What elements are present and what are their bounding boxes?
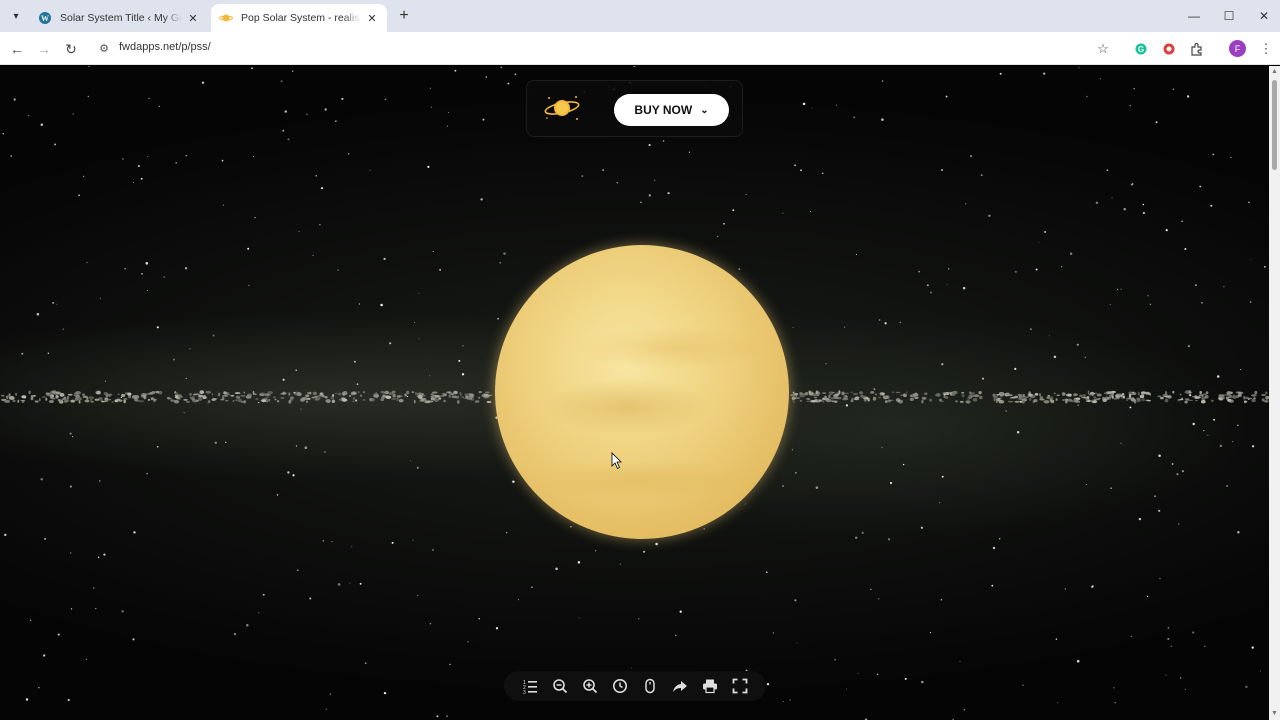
tab-pop-solar-system[interactable]: Pop Solar System - realistic sola ✕ <box>211 4 387 32</box>
new-tab-icon[interactable]: + <box>394 6 414 26</box>
planet-logo-icon <box>219 14 233 22</box>
clock-icon[interactable] <box>610 676 630 696</box>
window-close-icon[interactable]: ✕ <box>1246 0 1280 32</box>
share-icon[interactable] <box>670 676 690 696</box>
solar-system-viewport[interactable]: BUY NOW ⌄ 123 <box>0 66 1269 720</box>
tab-wordpress[interactable]: W Solar System Title ‹ My Great Bl ✕ <box>30 4 208 32</box>
pop-solar-system-logo-icon[interactable] <box>543 93 581 123</box>
profile-avatar[interactable]: F <box>1229 40 1246 57</box>
maximize-icon[interactable]: ☐ <box>1211 0 1247 32</box>
close-tab-icon[interactable]: ✕ <box>365 11 379 25</box>
grammarly-extension-icon[interactable]: G <box>1131 39 1151 59</box>
svg-text:3: 3 <box>523 690 526 694</box>
zoom-in-icon[interactable] <box>580 676 600 696</box>
forward-icon[interactable]: → <box>33 38 55 60</box>
print-icon[interactable] <box>700 676 720 696</box>
bookmark-star-icon[interactable]: ☆ <box>1093 39 1113 59</box>
back-icon[interactable]: ← <box>6 38 28 60</box>
tab-search-chevron-icon[interactable]: ▾ <box>6 6 26 26</box>
tab-title: Pop Solar System - realistic sola <box>241 12 361 24</box>
minimize-icon[interactable]: — <box>1176 0 1212 32</box>
browser-toolbar: ← → ↻ ⚙ fwdapps.net/p/pss/ ☆ G F ⋮ <box>0 32 1280 65</box>
mouse-icon[interactable] <box>640 676 660 696</box>
address-bar[interactable]: fwdapps.net/p/pss/ <box>119 41 211 53</box>
reload-icon[interactable]: ↻ <box>60 38 82 60</box>
mouse-cursor-icon <box>611 452 622 470</box>
scroll-down-icon[interactable]: ▼ <box>1271 710 1278 717</box>
browser-menu-icon[interactable]: ⋮ <box>1256 39 1276 59</box>
buy-now-label: BUY NOW <box>634 103 693 117</box>
page-scrollbar[interactable]: ▲ ▼ <box>1269 66 1280 720</box>
scroll-up-icon[interactable]: ▲ <box>1271 68 1278 75</box>
close-tab-icon[interactable]: ✕ <box>186 11 200 25</box>
chevron-down-icon: ⌄ <box>700 104 709 116</box>
buy-now-button[interactable]: BUY NOW ⌄ <box>614 94 729 126</box>
tab-strip: ▾ W Solar System Title ‹ My Great Bl ✕ P… <box>0 0 1280 32</box>
scroll-thumb[interactable] <box>1272 80 1277 170</box>
tab-title: Solar System Title ‹ My Great Bl <box>60 12 182 24</box>
extensions-puzzle-icon[interactable] <box>1187 39 1207 59</box>
planet-venus[interactable] <box>495 245 789 539</box>
wordpress-icon: W <box>39 12 51 24</box>
header-card: BUY NOW ⌄ <box>526 80 743 137</box>
extension-shield-icon[interactable] <box>1159 39 1179 59</box>
control-bar: 123 <box>504 671 766 701</box>
site-settings-icon[interactable]: ⚙ <box>96 40 112 56</box>
zoom-out-icon[interactable] <box>550 676 570 696</box>
fullscreen-icon[interactable] <box>730 676 750 696</box>
svg-text:G: G <box>1138 45 1144 54</box>
svg-text:W: W <box>41 14 49 23</box>
categories-icon[interactable]: 123 <box>520 676 540 696</box>
